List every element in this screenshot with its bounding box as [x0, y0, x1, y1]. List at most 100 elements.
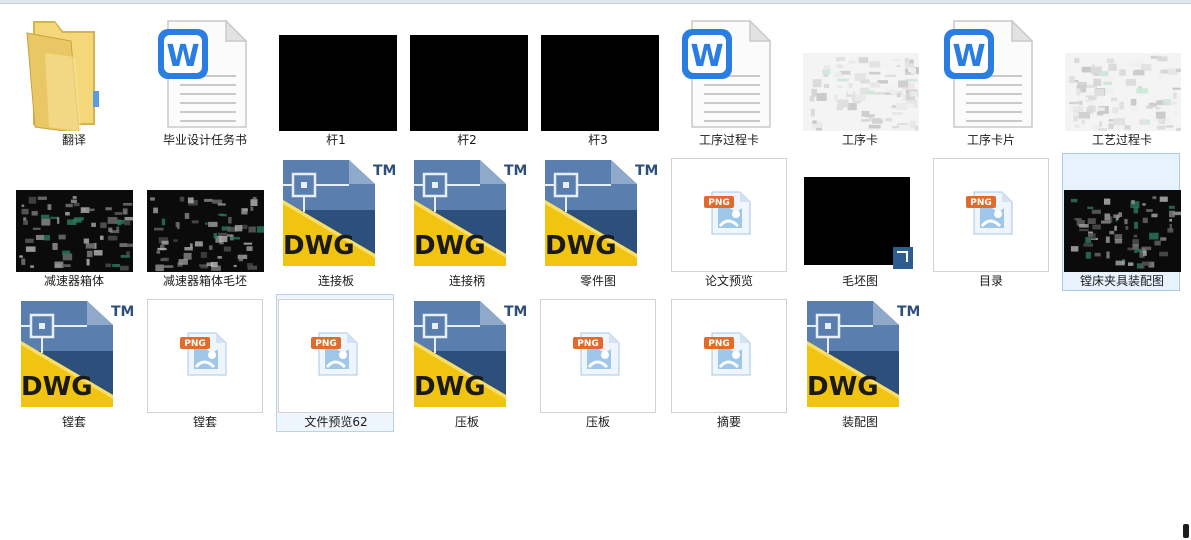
- dark-thumbnail: [279, 35, 397, 131]
- file-thumbnail: [146, 154, 264, 272]
- file-name-label: 工序过程卡: [698, 133, 759, 147]
- file-thumbnail: [801, 154, 919, 272]
- file-item[interactable]: W 工序过程卡: [669, 12, 787, 150]
- file-name-label: 减速器箱体: [43, 274, 104, 288]
- folder-icon: [26, 21, 99, 131]
- png-image-icon: PNG: [180, 332, 227, 376]
- dwg-text: DWG: [545, 231, 617, 261]
- table-preview-thumbnail: [803, 53, 919, 131]
- file-name-label: 减速器箱体毛坯: [162, 274, 247, 288]
- dwg-text: DWG: [807, 372, 879, 402]
- file-name-label: 杆1: [326, 133, 346, 147]
- dwg-file-icon: DWG TM: [545, 160, 657, 266]
- file-item[interactable]: DWG TM 压板: [407, 294, 526, 432]
- file-thumbnail: PNG: [670, 295, 788, 413]
- file-thumbnail: DWG TM: [15, 295, 133, 413]
- file-item[interactable]: 减速器箱体: [14, 153, 133, 291]
- file-item[interactable]: DWG TM 镗套: [14, 294, 133, 432]
- file-thumbnail: PNG: [932, 154, 1050, 272]
- png-badge-text: PNG: [708, 339, 730, 349]
- file-item[interactable]: DWG TM 装配图: [800, 294, 919, 432]
- dwg-file-icon: DWG TM: [414, 160, 526, 266]
- word-letter: W: [690, 39, 723, 74]
- file-item[interactable]: 工艺过程卡: [1062, 12, 1181, 150]
- file-thumbnail: [408, 13, 528, 131]
- file-thumbnail: PNG: [146, 295, 264, 413]
- shortcut-arrow-icon: [893, 247, 913, 269]
- file-thumbnail: W: [670, 13, 788, 131]
- file-name-label: 镗床夹具装配图: [1079, 274, 1164, 288]
- file-item[interactable]: PNG 摘要: [669, 294, 787, 432]
- file-item[interactable]: 工序卡: [800, 12, 919, 150]
- file-item[interactable]: DWG TM 零件图: [538, 153, 657, 291]
- file-thumbnail: DWG TM: [801, 295, 919, 413]
- file-thumbnail: DWG TM: [408, 154, 526, 272]
- dwg-file-icon: DWG TM: [807, 301, 919, 407]
- dwg-file-icon: DWG TM: [21, 301, 133, 407]
- dwg-text: DWG: [414, 231, 486, 261]
- trademark-text: TM: [897, 304, 919, 320]
- file-name-label: 镗套: [192, 415, 217, 429]
- file-item[interactable]: 翻译: [14, 12, 132, 150]
- file-item[interactable]: PNG 压板: [538, 294, 656, 432]
- file-item[interactable]: DWG TM 连接柄: [407, 153, 526, 291]
- file-name-label: 杆3: [588, 133, 608, 147]
- dwg-file-icon: DWG TM: [414, 301, 526, 407]
- file-thumbnail: [15, 13, 133, 131]
- cad-drawing-thumbnail: [147, 190, 264, 272]
- file-grid: 翻译 W 毕业设计任务书 杆1 杆2 杆3 W 工序过程卡 工序卡 W 工序卡片 工艺过程卡减速器箱体…: [0, 0, 1191, 540]
- word-document-icon: W: [682, 19, 772, 128]
- file-item[interactable]: 毛坯图: [800, 153, 918, 291]
- png-badge-text: PNG: [315, 339, 337, 349]
- trademark-text: TM: [504, 163, 526, 179]
- file-item[interactable]: W 工序卡片: [931, 12, 1049, 150]
- file-item[interactable]: W 毕业设计任务书: [145, 12, 263, 150]
- word-letter: W: [166, 39, 199, 74]
- word-document-icon: W: [158, 19, 248, 128]
- file-name-label: 目录: [978, 274, 1003, 288]
- file-item[interactable]: 减速器箱体毛坯: [145, 153, 264, 291]
- scrollbar-thumb[interactable]: [1183, 524, 1189, 538]
- trademark-text: TM: [504, 304, 526, 320]
- file-thumbnail: W: [146, 13, 264, 131]
- file-name-label: 镗套: [61, 415, 86, 429]
- file-name-label: 压板: [585, 415, 610, 429]
- file-thumbnail: [1063, 13, 1181, 131]
- file-name-label: 装配图: [841, 415, 878, 429]
- trademark-text: TM: [373, 163, 395, 179]
- file-thumbnail: [15, 154, 133, 272]
- file-item[interactable]: DWG TM 连接板: [276, 153, 395, 291]
- file-item[interactable]: PNG 目录: [931, 153, 1049, 291]
- word-letter: W: [952, 39, 985, 74]
- file-item[interactable]: PNG 镗套: [145, 294, 263, 432]
- file-thumbnail: DWG TM: [539, 154, 657, 272]
- file-name-label: 工艺过程卡: [1091, 133, 1152, 147]
- file-item[interactable]: 杆3: [538, 12, 659, 150]
- png-badge-text: PNG: [708, 198, 730, 208]
- file-name-label: 连接柄: [448, 274, 485, 288]
- png-image-icon: PNG: [704, 332, 751, 376]
- file-name-label: 工序卡: [841, 133, 878, 147]
- cad-drawing-thumbnail: [16, 190, 133, 272]
- file-item[interactable]: PNG 论文预览: [669, 153, 787, 291]
- png-badge-text: PNG: [184, 339, 206, 349]
- file-thumbnail: [1063, 154, 1181, 272]
- trademark-text: TM: [111, 304, 133, 320]
- file-thumbnail: DWG TM: [408, 295, 526, 413]
- file-thumbnail: [801, 13, 919, 131]
- file-item[interactable]: 杆2: [407, 12, 528, 150]
- dark-thumbnail: [410, 35, 528, 131]
- file-thumbnail: W: [932, 13, 1050, 131]
- file-name-label: 连接板: [317, 274, 354, 288]
- png-image-icon: PNG: [573, 332, 620, 376]
- file-item[interactable]: 镗床夹具装配图: [1062, 153, 1181, 291]
- file-thumbnail: PNG: [670, 154, 788, 272]
- file-name-label: 毛坯图: [841, 274, 878, 288]
- file-item[interactable]: 杆1: [276, 12, 397, 150]
- file-item[interactable]: PNG 文件预览62: [276, 294, 394, 432]
- cad-drawing-thumbnail: [1064, 190, 1181, 272]
- file-name-label: 毕业设计任务书: [162, 133, 247, 147]
- png-badge-text: PNG: [970, 198, 992, 208]
- png-badge-text: PNG: [577, 339, 599, 349]
- file-thumbnail: DWG TM: [277, 154, 395, 272]
